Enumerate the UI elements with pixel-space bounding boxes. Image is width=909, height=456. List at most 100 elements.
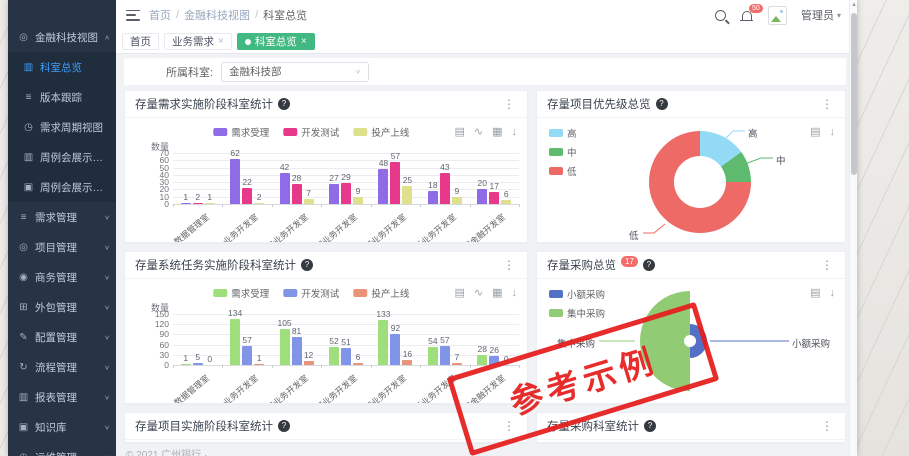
scrollbar-thumb[interactable] bbox=[851, 13, 857, 175]
help-icon[interactable]: ? bbox=[278, 420, 290, 432]
close-icon[interactable]: × bbox=[301, 36, 307, 47]
chart-toolbox: ▤ ∿ ▦ ↓ bbox=[454, 127, 517, 138]
sidebar-item[interactable]: ≡版本跟踪 bbox=[8, 82, 116, 112]
bar-value-label: 81 bbox=[284, 326, 310, 336]
more-options-icon[interactable]: ⋮ bbox=[501, 97, 517, 111]
bar-value-label: 134 bbox=[222, 308, 248, 318]
bar bbox=[181, 203, 191, 204]
sidebar-item[interactable]: ▥周例会展示报表-项目 bbox=[8, 142, 116, 172]
sidebar-item[interactable]: ≡需求管理∨ bbox=[8, 202, 116, 232]
bar bbox=[501, 200, 511, 204]
sidebar-item[interactable]: ◎项目管理∨ bbox=[8, 232, 116, 262]
sidebar-item-label: 需求周期视图 bbox=[40, 120, 110, 135]
bar-value-label: 7 bbox=[444, 352, 470, 362]
sidebar-item[interactable]: ▣知识库∨ bbox=[8, 412, 116, 442]
demand-mgmt-icon: ≡ bbox=[17, 212, 30, 223]
notification-bell-icon[interactable]: 50 bbox=[740, 8, 754, 22]
sidebar-item[interactable]: ◉商务管理∨ bbox=[8, 262, 116, 292]
sidebar-item[interactable]: ▥报表管理∨ bbox=[8, 382, 116, 412]
scroll-up-icon[interactable]: ▲ bbox=[850, 2, 857, 8]
slice-label: 高 bbox=[748, 126, 758, 140]
close-icon[interactable]: × bbox=[218, 36, 224, 47]
card-title: 存量采购总览 bbox=[547, 257, 616, 273]
tab-item[interactable]: 首页 bbox=[122, 33, 159, 50]
help-icon[interactable]: ? bbox=[656, 98, 668, 110]
top-header: 首页/金融科技视图/科室总览 50 管理员 ▾ bbox=[116, 0, 849, 30]
header-actions: 50 管理员 ▾ bbox=[715, 0, 841, 30]
legend-item[interactable]: 中 bbox=[549, 145, 577, 159]
outsource-mgmt-icon: ⊞ bbox=[17, 302, 30, 313]
data-view-icon[interactable]: ▤ bbox=[454, 288, 464, 299]
download-icon[interactable]: ↓ bbox=[830, 127, 836, 138]
download-icon[interactable]: ↓ bbox=[512, 127, 518, 138]
sidebar-item-label: 配置管理 bbox=[35, 330, 102, 345]
dept-overview-icon: ▥ bbox=[22, 62, 35, 73]
sidebar-item[interactable]: ◴运维管理∨ bbox=[8, 442, 116, 456]
legend-swatch bbox=[353, 289, 367, 297]
sidebar-item[interactable]: ✎配置管理∨ bbox=[8, 322, 116, 352]
legend-item[interactable]: 需求受理 bbox=[213, 125, 269, 139]
user-name: 管理员 bbox=[801, 7, 834, 23]
bar bbox=[477, 189, 487, 204]
tab-active[interactable]: 科室总览× bbox=[237, 33, 315, 50]
business-mgmt-icon: ◉ bbox=[17, 272, 30, 283]
bar-type-icon[interactable]: ▦ bbox=[492, 127, 502, 138]
more-options-icon[interactable]: ⋮ bbox=[819, 258, 835, 272]
bar bbox=[353, 363, 363, 365]
breadcrumb: 首页/金融科技视图/科室总览 bbox=[149, 7, 307, 23]
department-select[interactable]: 金融科技部 ∨ bbox=[221, 62, 369, 82]
version-tracking-icon: ≡ bbox=[22, 92, 35, 103]
card-title: 存量需求实施阶段科室统计 bbox=[135, 96, 273, 112]
ops-mgmt-icon: ◴ bbox=[17, 452, 30, 456]
legend-item[interactable]: 低 bbox=[549, 164, 577, 178]
help-icon[interactable]: ? bbox=[644, 420, 656, 432]
tab-item[interactable]: 业务需求 × bbox=[164, 33, 232, 50]
breadcrumb-item[interactable]: 金融科技视图 bbox=[184, 7, 250, 23]
data-view-icon[interactable]: ▤ bbox=[454, 127, 464, 138]
data-view-icon[interactable]: ▤ bbox=[810, 127, 820, 138]
menu-fold-icon[interactable] bbox=[126, 10, 140, 21]
bar-value-label: 62 bbox=[222, 148, 248, 158]
download-icon[interactable]: ↓ bbox=[512, 288, 518, 299]
help-icon[interactable]: ? bbox=[301, 259, 313, 271]
line-type-icon[interactable]: ∿ bbox=[474, 127, 483, 138]
help-icon[interactable]: ? bbox=[278, 98, 290, 110]
sidebar-item[interactable]: ◎金融科技视图∧ bbox=[8, 22, 116, 52]
bar-value-label: 92 bbox=[382, 323, 408, 333]
bar bbox=[205, 203, 215, 204]
legend-item[interactable]: 开发测试 bbox=[283, 125, 339, 139]
user-menu[interactable]: 管理员 ▾ bbox=[801, 7, 841, 23]
legend-label: 投产上线 bbox=[371, 286, 409, 300]
chart-legend: 需求受理开发测试 投产上线 bbox=[213, 286, 409, 300]
bar-value-label: 25 bbox=[394, 175, 420, 185]
help-icon[interactable]: ? bbox=[643, 259, 655, 271]
card-header: 存量采购总览17?⋮ bbox=[537, 252, 845, 279]
breadcrumb-item[interactable]: 首页 bbox=[149, 7, 171, 23]
bar-value-label: 51 bbox=[333, 337, 359, 347]
avatar[interactable] bbox=[768, 6, 787, 25]
sidebar-item[interactable]: ↻流程管理∨ bbox=[8, 352, 116, 382]
sidebar-item[interactable]: ▥科室总览 bbox=[8, 52, 116, 82]
more-options-icon[interactable]: ⋮ bbox=[819, 419, 835, 433]
department-select-value: 金融科技部 bbox=[229, 64, 282, 79]
sidebar-item[interactable]: ⊞外包管理∨ bbox=[8, 292, 116, 322]
legend-item[interactable]: 需求受理 bbox=[213, 286, 269, 300]
bar-type-icon[interactable]: ▦ bbox=[492, 288, 502, 299]
legend-item[interactable]: 开发测试 bbox=[283, 286, 339, 300]
sidebar-item-label: 外包管理 bbox=[35, 300, 102, 315]
sidebar-item[interactable]: ◷需求周期视图 bbox=[8, 112, 116, 142]
legend-label: 需求受理 bbox=[231, 286, 269, 300]
line-type-icon[interactable]: ∿ bbox=[474, 288, 483, 299]
legend-label: 开发测试 bbox=[301, 125, 339, 139]
tab-label: 业务需求 bbox=[172, 34, 214, 49]
more-options-icon[interactable]: ⋮ bbox=[819, 97, 835, 111]
legend-item[interactable]: 高 bbox=[549, 126, 577, 140]
legend-swatch bbox=[213, 289, 227, 297]
sidebar-item[interactable]: ▣周例会展示报表-采购 bbox=[8, 172, 116, 202]
more-options-icon[interactable]: ⋮ bbox=[501, 258, 517, 272]
legend-item[interactable]: 投产上线 bbox=[353, 286, 409, 300]
x-tick-mark bbox=[321, 204, 322, 207]
legend-item[interactable]: 投产上线 bbox=[353, 125, 409, 139]
search-icon[interactable] bbox=[715, 10, 726, 21]
bar bbox=[402, 186, 412, 204]
